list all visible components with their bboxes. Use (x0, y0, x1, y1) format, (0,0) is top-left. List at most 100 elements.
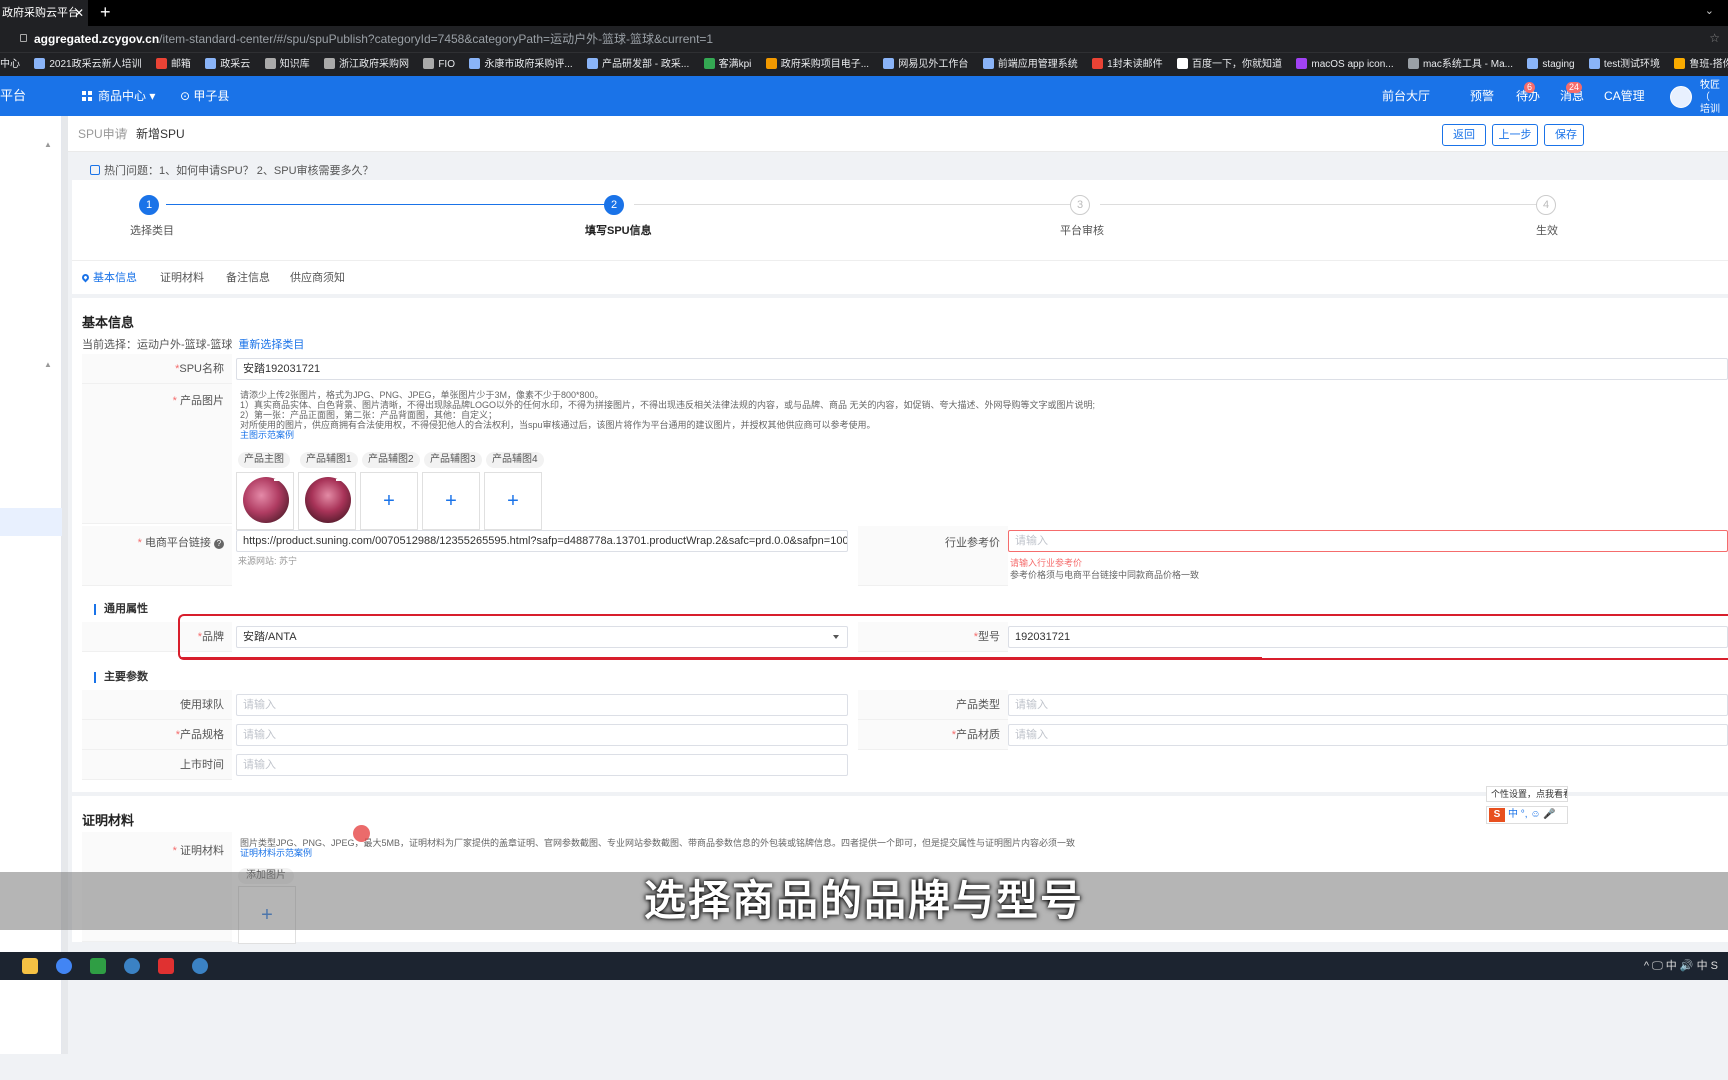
tab-basic-info[interactable]: 基本信息 (80, 261, 137, 295)
new-tab-button[interactable]: + (100, 0, 111, 24)
cursor-indicator (353, 825, 370, 842)
team-input[interactable]: 请输入 (236, 694, 848, 716)
bookmark-item[interactable]: 知识库 (264, 53, 310, 76)
sidebar-item-active[interactable] (0, 508, 62, 536)
ime-toolbar[interactable]: S中 °, ☺ 🎤 (1486, 806, 1568, 824)
ime-tooltip[interactable]: 个性设置，点我看看 (1486, 786, 1568, 802)
app-icon[interactable] (158, 958, 174, 974)
launch-input[interactable]: 请输入 (236, 754, 848, 776)
type-label-cell: 产品类型 (858, 690, 1008, 720)
team-label: 使用球队 (180, 699, 224, 711)
browser-tabbar: 政府采购云平台 ✕ + ⌄ (0, 0, 1728, 26)
bookmark-item[interactable]: mac系统工具 - Ma... (1407, 53, 1513, 76)
tab-proof[interactable]: 证明材料 (160, 261, 204, 295)
breadcrumb-sep: / (124, 127, 128, 141)
chevron-down-icon[interactable]: ⌄ (1705, 4, 1714, 17)
bookmark-item[interactable]: 2021政采云新人培训 (34, 53, 142, 76)
spu-name-input[interactable]: 安踏192031721 (236, 358, 1728, 380)
globe-icon (469, 58, 481, 69)
ref-price-label-cell: 行业参考价 (858, 526, 1008, 586)
bookmark-item[interactable]: 政采云 (205, 53, 250, 76)
bookmark-item[interactable]: macOS app icon... (1296, 53, 1394, 76)
bookmark-item[interactable]: 1封未读邮件 (1092, 53, 1163, 76)
breadcrumb-parent[interactable]: SPU申请 (78, 116, 127, 152)
org-selector[interactable]: ⊙ 甲子县 (180, 76, 229, 116)
folder-icon[interactable] (22, 958, 38, 974)
app-icon[interactable] (192, 958, 208, 974)
chevron-up-icon[interactable]: ▲ (44, 360, 52, 369)
bookmark-item[interactable]: 永康市政府采购评... (469, 53, 573, 76)
star-icon[interactable]: ☆ (1709, 31, 1720, 45)
app-logo[interactable]: 平台 (0, 76, 26, 116)
user-icon[interactable] (1670, 86, 1692, 108)
tab-remarks[interactable]: 备注信息 (226, 261, 270, 295)
spu-name-label-cell: *SPU名称 (82, 354, 232, 384)
tab-supplier-notice[interactable]: 供应商须知 (290, 261, 345, 295)
address-bar[interactable]: aggregated.zcygov.cn/item-standard-cente… (0, 26, 1728, 52)
sheet-icon (703, 58, 715, 69)
image-example-link[interactable]: 主图示范案例 (240, 430, 294, 440)
bookmark-icon (883, 58, 895, 69)
hot-questions[interactable]: 热门问题：1、如何申请SPU？ 2、SPU审核需要多久？ (90, 162, 374, 178)
nav-warning[interactable]: 预警 (1470, 76, 1494, 116)
product-aux-image-1[interactable] (298, 472, 356, 530)
globe-icon (423, 58, 435, 69)
bookmark-icon (587, 58, 599, 69)
plus-icon[interactable]: + (422, 472, 480, 530)
ecom-link-input[interactable]: https://product.suning.com/0070512988/12… (236, 530, 848, 552)
bookmark-item[interactable]: 客满kpi (703, 53, 751, 76)
close-icon[interactable]: ✕ (74, 0, 84, 26)
app-icon[interactable] (124, 958, 140, 974)
spec-input[interactable]: 请输入 (236, 724, 848, 746)
help-icon[interactable]: ? (214, 539, 224, 549)
bookmark-item[interactable]: 政府采购项目电子... (765, 53, 869, 76)
product-image-label-cell: * 产品图片 (82, 384, 232, 524)
bookmark-item[interactable]: 百度一下，你就知道 (1177, 53, 1282, 76)
browser-tab[interactable]: 政府采购云平台 ✕ (0, 0, 88, 26)
bookmark-item[interactable]: 产品研发部 - 政采... (587, 53, 689, 76)
bookmark-item[interactable]: FIO (423, 53, 455, 76)
video-subtitle: 选择商品的品牌与型号 (643, 876, 1084, 925)
product-center-menu[interactable]: 商品中心 ▾ (82, 76, 155, 116)
save-button[interactable]: 保存 (1544, 124, 1584, 146)
bookmark-item[interactable]: 网易见外工作台 (883, 53, 968, 76)
bookmark-item[interactable]: 鲁班-搭你所想，见... (1674, 53, 1728, 76)
bookmark-item[interactable]: 浙江政府采购网 (323, 53, 409, 76)
ecom-link-label: * 电商平台链接 ? (138, 534, 224, 550)
product-main-image[interactable] (236, 472, 294, 530)
bookmark-icon (1588, 58, 1600, 69)
lightbulb-icon (90, 165, 100, 175)
prev-step-button[interactable]: 上一步 (1492, 124, 1538, 146)
proof-example-link[interactable]: 证明材料示范案例 (240, 848, 312, 858)
app-icon[interactable] (90, 958, 106, 974)
user-name[interactable]: 牧匠（ 培训 (1700, 80, 1728, 116)
bookmark-icon (1527, 58, 1539, 69)
tab-title: 政府采购云平台 (2, 7, 79, 19)
chevron-up-icon[interactable]: ▲ (44, 140, 52, 149)
step-connector (166, 204, 614, 205)
bookmark-item[interactable]: test测试环境 (1588, 53, 1660, 76)
bookmark-item[interactable]: 中心 (0, 53, 20, 76)
common-attrs-title: 通用属性 (94, 604, 148, 615)
ref-price-input[interactable]: 请输入 (1008, 530, 1728, 552)
plus-icon[interactable]: + (484, 472, 542, 530)
spec-label: *产品规格 (175, 729, 224, 741)
globe-icon (323, 58, 335, 69)
reselect-category-link[interactable]: 重新选择类目 (238, 339, 304, 351)
step-4-label: 生效 (1536, 225, 1558, 237)
pin-icon (80, 272, 91, 283)
bookmark-item[interactable]: 前端应用管理系统 (982, 53, 1078, 76)
nav-front-hall[interactable]: 前台大厅 (1382, 76, 1430, 116)
url-text[interactable]: aggregated.zcygov.cn/item-standard-cente… (34, 26, 713, 52)
bookmark-item[interactable]: 邮箱 (155, 53, 191, 76)
system-tray[interactable]: ^ 🖵 中 🔊 中 S (1644, 952, 1718, 980)
image-note-1: 请添少上传2张图片，格式为JPG、PNG、JPEG，单张图片少于3M，像素不少于… (240, 390, 604, 400)
type-input[interactable]: 请输入 (1008, 694, 1728, 716)
back-button[interactable]: 返回 (1442, 124, 1486, 146)
chrome-icon[interactable] (56, 958, 72, 974)
nav-ca-management[interactable]: CA管理 (1604, 76, 1645, 116)
material-input[interactable]: 请输入 (1008, 724, 1728, 746)
bookmark-icon (1407, 58, 1419, 69)
plus-icon[interactable]: + (360, 472, 418, 530)
bookmark-item[interactable]: staging (1527, 53, 1575, 76)
